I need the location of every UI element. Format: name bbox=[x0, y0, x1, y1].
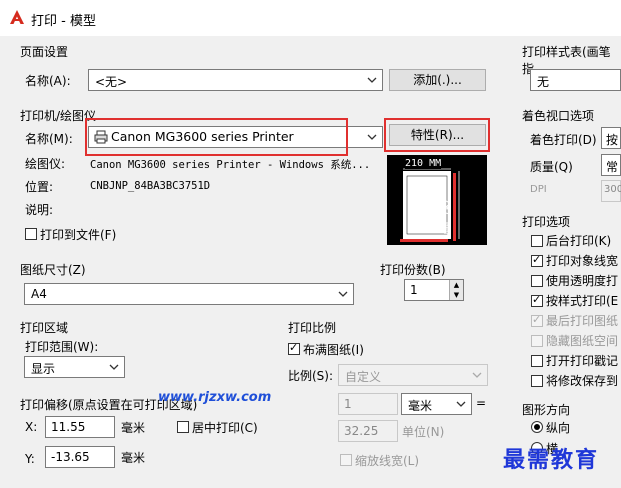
plot-range-dropdown[interactable]: 显示 bbox=[24, 356, 125, 378]
dpi-value: 300 bbox=[604, 184, 621, 195]
fit-to-paper-label: 布满图纸(I) bbox=[303, 343, 364, 357]
offset-x-value: 11.55 bbox=[51, 420, 86, 434]
offset-y-unit: 毫米 bbox=[121, 451, 146, 465]
brand-watermark: 最需教育 bbox=[503, 447, 600, 473]
hide-paperspace-checkbox[interactable] bbox=[531, 335, 543, 347]
plot-lineweights-label: 打印对象线宽 bbox=[546, 254, 619, 268]
scale-value2: 32.25 bbox=[344, 424, 379, 438]
scale-value: 自定义 bbox=[345, 370, 382, 384]
window-title: 打印 - 模型 bbox=[31, 14, 96, 29]
dpi-label: DPI bbox=[530, 184, 547, 195]
plot-stamp-label: 打开打印戳记 bbox=[546, 354, 619, 368]
scale-value1-input[interactable]: 1 bbox=[338, 393, 398, 415]
chevron-down-icon bbox=[338, 291, 348, 297]
printer-name-highlight bbox=[85, 118, 348, 156]
background-plot-checkbox[interactable] bbox=[531, 235, 543, 247]
plotter-value: Canon MG3600 series Printer - Windows 系统… bbox=[90, 159, 368, 171]
plot-lineweights-checkbox[interactable] bbox=[531, 253, 543, 267]
save-changes-to-layout-checkbox[interactable] bbox=[531, 375, 543, 387]
copies-spinner[interactable]: 1 ▲ ▼ bbox=[404, 279, 464, 301]
offset-x-label: X: bbox=[25, 420, 38, 434]
chevron-down-icon bbox=[367, 77, 377, 83]
plot-range-value: 显示 bbox=[31, 362, 56, 376]
properties-button-highlight bbox=[384, 118, 490, 152]
description-label: 说明: bbox=[25, 203, 54, 217]
hide-paperspace-label: 隐藏图纸空间 bbox=[546, 334, 619, 348]
page-setup-group-title: 页面设置 bbox=[20, 45, 69, 59]
copies-group-title: 打印份数(B) bbox=[380, 263, 446, 277]
plot-scale-group-title: 打印比例 bbox=[288, 321, 337, 335]
plot-options-group-title: 打印选项 bbox=[522, 215, 571, 229]
paper-size-group-title: 图纸尺寸(Z) bbox=[20, 263, 86, 277]
plot-area-group-title: 打印区域 bbox=[20, 321, 69, 335]
paper-size-value: A4 bbox=[31, 287, 47, 301]
plot-paperspace-last-label: 最后打印图纸 bbox=[546, 314, 619, 328]
scale-unit-dropdown[interactable]: 毫米 bbox=[401, 393, 472, 415]
chevron-down-icon bbox=[367, 134, 377, 140]
scale-unit-value: 毫米 bbox=[408, 399, 433, 413]
copies-value: 1 bbox=[410, 283, 418, 297]
center-plot-checkbox[interactable] bbox=[177, 421, 189, 433]
spin-down-icon[interactable]: ▼ bbox=[449, 290, 463, 300]
shade-plot-value: 按 bbox=[606, 133, 619, 147]
plot-range-label: 打印范围(W): bbox=[25, 340, 99, 354]
dpi-input[interactable]: 300 bbox=[601, 180, 621, 202]
shade-plot-dropdown[interactable]: 按 bbox=[601, 127, 621, 149]
plot-style-table-dropdown[interactable]: 无 bbox=[530, 69, 621, 91]
location-value: CNBJNP_84BA3BC3751D bbox=[90, 180, 211, 192]
printer-name-label: 名称(M): bbox=[25, 132, 73, 146]
plot-stamp-checkbox[interactable] bbox=[531, 355, 543, 367]
shade-plot-label: 着色打印(D) bbox=[530, 133, 597, 147]
scale-value1: 1 bbox=[344, 397, 352, 411]
scale-dropdown[interactable]: 自定义 bbox=[338, 364, 488, 386]
site-watermark: www.rjzxw.com bbox=[158, 390, 272, 405]
plot-style-table-value: 无 bbox=[537, 75, 550, 89]
location-label: 位置: bbox=[25, 180, 54, 194]
background-plot-label: 后台打印(K) bbox=[546, 234, 612, 248]
scale-value2-input[interactable]: 32.25 bbox=[338, 420, 398, 442]
chevron-down-icon bbox=[456, 401, 466, 407]
page-setup-name-value: <无> bbox=[95, 75, 128, 89]
plot-transparency-checkbox[interactable] bbox=[531, 275, 543, 287]
offset-x-input[interactable]: 11.55 bbox=[45, 416, 115, 438]
plot-paperspace-last-checkbox[interactable] bbox=[531, 313, 543, 327]
save-changes-to-layout-label: 将修改保存到 bbox=[546, 374, 619, 388]
quality-label: 质量(Q) bbox=[530, 160, 573, 174]
scale-unit-label: 单位(N) bbox=[402, 425, 445, 439]
scale-label: 比例(S): bbox=[288, 369, 334, 383]
page-setup-name-label: 名称(A): bbox=[25, 74, 71, 88]
paper-height-label: 297 MM bbox=[441, 198, 452, 235]
scale-lineweights-label: 缩放线宽(L) bbox=[355, 454, 420, 468]
spin-up-icon[interactable]: ▲ bbox=[449, 280, 463, 290]
offset-y-value: -13.65 bbox=[51, 450, 90, 464]
page-setup-name-dropdown[interactable]: <无> bbox=[88, 69, 383, 91]
paper-width-label: 210 MM bbox=[405, 158, 442, 169]
plot-with-styles-checkbox[interactable] bbox=[531, 293, 543, 307]
plotter-label: 绘图仪: bbox=[25, 157, 66, 171]
fit-to-paper-checkbox[interactable] bbox=[288, 341, 300, 355]
plot-transparency-label: 使用透明度打 bbox=[546, 274, 619, 288]
center-plot-label: 居中打印(C) bbox=[192, 421, 258, 435]
orientation-group-title: 图形方向 bbox=[522, 403, 571, 417]
autocad-app-icon bbox=[10, 10, 24, 24]
print-to-file-checkbox[interactable] bbox=[25, 228, 37, 240]
chevron-down-icon bbox=[109, 364, 119, 370]
add-page-setup-button[interactable]: 添加(.)... bbox=[389, 69, 486, 91]
portrait-radio[interactable] bbox=[531, 421, 543, 433]
quality-value: 常 bbox=[606, 160, 619, 174]
offset-y-label: Y: bbox=[25, 452, 35, 466]
shaded-viewport-group-title: 着色视口选项 bbox=[522, 109, 595, 123]
portrait-label: 纵向 bbox=[546, 421, 571, 435]
offset-x-unit: 毫米 bbox=[121, 421, 146, 435]
print-to-file-label: 打印到文件(F) bbox=[40, 228, 117, 242]
chevron-down-icon bbox=[472, 372, 482, 378]
scale-lineweights-checkbox[interactable] bbox=[340, 454, 352, 466]
offset-y-input[interactable]: -13.65 bbox=[45, 446, 115, 468]
paper-size-dropdown[interactable]: A4 bbox=[24, 283, 354, 305]
quality-dropdown[interactable]: 常 bbox=[601, 154, 621, 176]
scale-equals-sign: = bbox=[476, 396, 487, 410]
plot-with-styles-label: 按样式打印(E bbox=[546, 294, 619, 308]
